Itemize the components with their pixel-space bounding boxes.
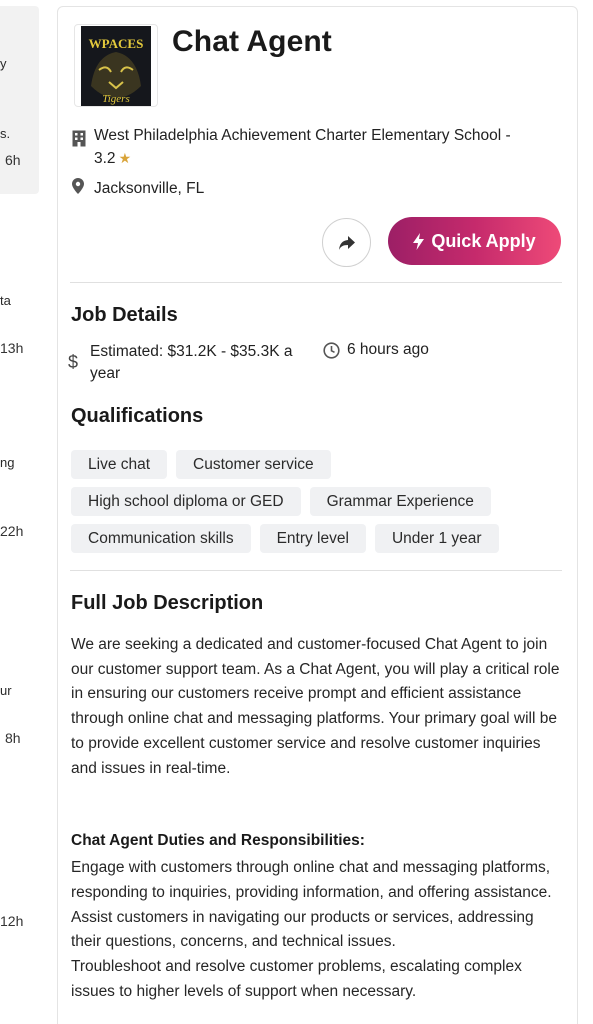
qualification-chips: Live chat Customer service High school d… [71, 450, 566, 561]
duty-item: Assist customers in navigating our produ… [71, 908, 534, 951]
share-arrow-icon [338, 235, 355, 250]
divider [70, 282, 562, 283]
company-logo: WPACES Tigers [74, 24, 158, 107]
location-pin-icon [72, 178, 94, 199]
company-rating: 3.2 [94, 150, 116, 167]
qualifications-heading: Qualifications [71, 405, 204, 427]
full-description-heading: Full Job Description [71, 592, 264, 614]
posted-time: 6 hours ago [323, 341, 429, 359]
job-list-fragment: ng [0, 455, 15, 470]
svg-text:Tigers: Tigers [102, 93, 130, 105]
job-title: Chat Agent [172, 25, 332, 58]
pay-text: Estimated: $31.2K - $35.3K a year [90, 343, 293, 382]
divider [70, 570, 562, 571]
tiger-logo-icon: WPACES Tigers [81, 25, 151, 106]
qualification-chip: Customer service [176, 450, 331, 479]
job-list-fragment: ta [0, 293, 11, 308]
clock-icon [323, 341, 340, 359]
qualification-chip: Communication skills [71, 524, 251, 553]
share-button[interactable] [322, 218, 371, 267]
duty-item: Troubleshoot and resolve customer proble… [71, 958, 522, 1000]
job-detail-panel: WPACES Tigers Chat Agent West Philadelph… [57, 6, 578, 1024]
company-info: West Philadelphia Achievement Charter El… [72, 124, 562, 170]
duty-item: Engage with customers through online cha… [71, 859, 552, 901]
job-list-age: 13h [0, 340, 24, 356]
star-icon: ★ [118, 150, 132, 166]
job-list-age: 22h [0, 523, 24, 539]
job-list-fragment: y [0, 56, 7, 71]
building-icon [72, 124, 94, 152]
svg-text:WPACES: WPACES [89, 36, 144, 51]
qualification-chip: Grammar Experience [309, 487, 491, 516]
description-intro: We are seeking a dedicated and customer-… [71, 636, 560, 777]
job-list-age: 8h [5, 730, 21, 746]
qualification-chip: Live chat [71, 450, 168, 479]
job-list-fragment: ur [0, 683, 12, 698]
quick-apply-button[interactable]: Quick Apply [388, 217, 561, 265]
job-list-age: 12h [0, 913, 24, 929]
quick-apply-label: Quick Apply [431, 230, 536, 251]
duties-heading: Chat Agent Duties and Responsibilities: [71, 832, 365, 849]
lightning-icon [413, 232, 425, 250]
dollar-icon: $ [68, 352, 79, 372]
qualification-chip: Under 1 year [374, 524, 499, 553]
qualification-chip: Entry level [259, 524, 366, 553]
job-list-fragment: s. [0, 126, 11, 141]
pay-estimate: $ Estimated: $31.2K - $35.3K a year [68, 341, 305, 385]
location-text: Jacksonville, FL [94, 179, 205, 197]
posted-time-text: 6 hours ago [347, 341, 429, 358]
job-location: Jacksonville, FL [72, 178, 204, 199]
duties-list: Engage with customers through online cha… [71, 856, 566, 1005]
job-list-age: 6h [5, 152, 21, 168]
job-list-column: y s. 6h ta 13h ng 22h ur 8h 12h [0, 0, 48, 1024]
job-details-heading: Job Details [71, 304, 178, 326]
company-name[interactable]: West Philadelphia Achievement Charter El… [94, 127, 511, 144]
qualification-chip: High school diploma or GED [71, 487, 301, 516]
